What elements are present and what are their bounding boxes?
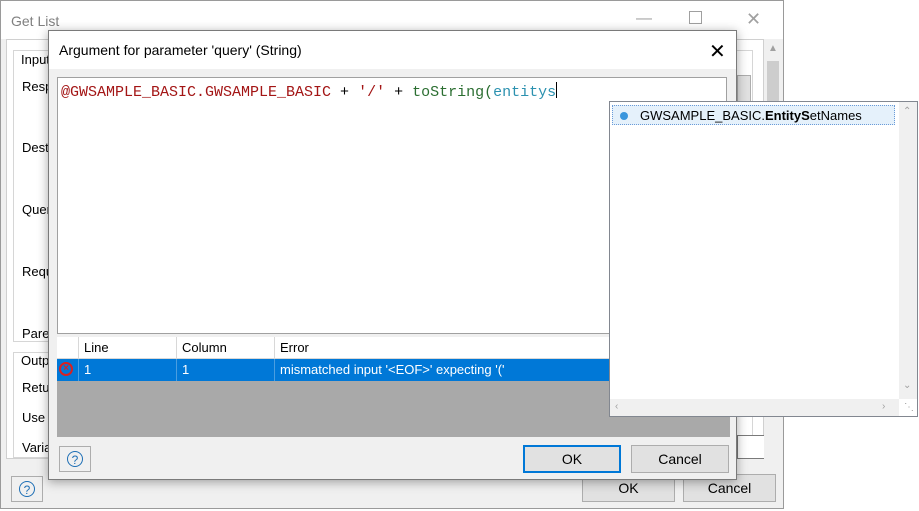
scroll-up-icon[interactable]: ▲ xyxy=(768,43,778,54)
help-button[interactable]: ? xyxy=(11,476,43,502)
parent-label: Pare xyxy=(22,326,50,341)
item-prefix: GWSAMPLE_BASIC. xyxy=(640,108,765,123)
cancel-button[interactable]: Cancel xyxy=(631,445,729,473)
popup-horizontal-scrollbar[interactable]: ‹ › xyxy=(610,399,899,416)
identifier-token: entitys xyxy=(493,84,557,101)
query-label: Quer xyxy=(22,202,51,217)
plus-operator-token: + xyxy=(331,84,359,101)
destination-label: Dest xyxy=(22,140,49,155)
error-column-cell: 1 xyxy=(177,359,275,381)
scroll-up-icon[interactable]: ⌃ xyxy=(903,106,911,117)
close-icon[interactable]: ✕ xyxy=(746,9,761,30)
help-button[interactable]: ? xyxy=(59,446,91,472)
autocomplete-popup: GWSAMPLE_BASIC.EntitySetNames ⌃ ⌄ ‹ › ⋱ xyxy=(609,101,918,417)
return-label: Retu xyxy=(22,380,50,395)
column-column-header[interactable]: Column xyxy=(177,337,275,359)
output-group-label: Outp xyxy=(21,353,50,368)
expression-text[interactable]: @GWSAMPLE_BASIC.GWSAMPLE_BASIC + '/' + t… xyxy=(61,82,558,101)
maximize-icon[interactable] xyxy=(689,11,702,24)
help-icon: ? xyxy=(19,481,35,497)
item-match: EntityS xyxy=(764,108,810,123)
error-icon: × xyxy=(59,362,73,376)
text-caret xyxy=(556,82,558,98)
dialog-title: Argument for parameter 'query' (String) xyxy=(59,42,302,58)
string-literal-token: '/' xyxy=(358,84,386,101)
variable-label: Varia xyxy=(22,440,52,455)
item-suffix: etNames xyxy=(809,108,862,123)
open-paren-token: ( xyxy=(484,84,494,101)
dialog-title-bar: Argument for parameter 'query' (String) … xyxy=(49,31,736,69)
error-icon-cell: × xyxy=(57,359,79,381)
function-name-token: toString xyxy=(412,84,485,101)
minimize-icon[interactable]: — xyxy=(636,10,652,28)
popup-vertical-scrollbar[interactable]: ⌃ ⌄ xyxy=(899,102,917,399)
input-group-label: Input xyxy=(21,52,50,67)
help-icon: ? xyxy=(67,451,83,467)
plus-operator-token: + xyxy=(385,84,413,101)
enumeration-icon xyxy=(620,112,628,120)
autocomplete-item-label: GWSAMPLE_BASIC.EntitySetNames xyxy=(640,108,862,123)
ok-button[interactable]: OK xyxy=(523,445,621,473)
autocomplete-item[interactable]: GWSAMPLE_BASIC.EntitySetNames xyxy=(612,105,895,125)
icon-column-header xyxy=(57,337,79,359)
scroll-right-icon[interactable]: › xyxy=(882,401,885,412)
line-column-header[interactable]: Line xyxy=(79,337,177,359)
scroll-left-icon[interactable]: ‹ xyxy=(615,401,618,412)
module-reference-token: @GWSAMPLE_BASIC.GWSAMPLE_BASIC xyxy=(61,84,332,101)
scroll-down-icon[interactable]: ⌄ xyxy=(903,380,911,391)
response-button[interactable] xyxy=(737,75,751,103)
close-icon[interactable]: ✕ xyxy=(709,39,726,64)
window-title: Get List xyxy=(11,13,60,29)
error-line-cell: 1 xyxy=(79,359,177,381)
resize-grip-icon[interactable]: ⋱ xyxy=(904,402,914,413)
